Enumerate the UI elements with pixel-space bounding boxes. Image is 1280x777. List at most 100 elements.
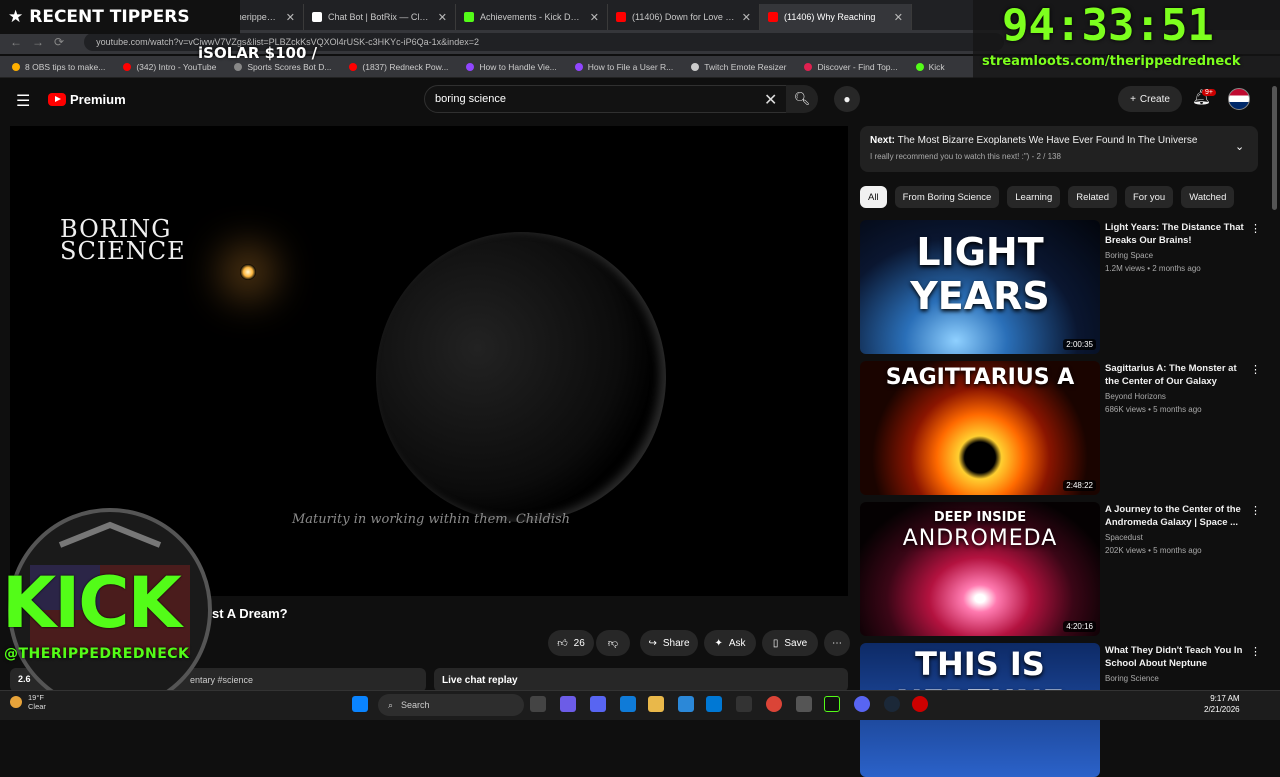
- recommended-video-meta: 202K views • 5 months ago: [1105, 546, 1202, 555]
- browser-tab[interactable]: (11406) Why Reaching ✕: [760, 4, 912, 30]
- bookmark-item[interactable]: Discover - Find Top...: [804, 62, 898, 72]
- forward-icon[interactable]: →: [32, 35, 44, 49]
- youtube-logo[interactable]: Premium: [48, 92, 126, 107]
- create-button[interactable]: + Create: [1118, 86, 1182, 112]
- filter-chip[interactable]: All: [860, 186, 887, 208]
- recommended-video-card[interactable]: DEEP INSIDE ANDROMEDA 4:20:16 A Journey to …: [860, 502, 1261, 636]
- edge-icon[interactable]: [620, 696, 636, 712]
- bookmark-label: How to Handle Vie...: [479, 61, 557, 72]
- playlist-next-box[interactable]: [860, 126, 1258, 172]
- save-button[interactable]: ▯ Save: [762, 630, 818, 656]
- task-view-icon[interactable]: [530, 696, 546, 712]
- recommended-channel-name[interactable]: Boring Space: [1105, 251, 1153, 260]
- close-tab-icon[interactable]: ✕: [286, 11, 295, 24]
- thumbnail-text: ANDROMEDA: [902, 526, 1058, 551]
- more-options-icon[interactable]: ⋮: [1250, 363, 1261, 376]
- create-label: Create: [1139, 93, 1170, 105]
- bookmark-item[interactable]: How to File a User R...: [574, 62, 673, 72]
- recommended-channel-name[interactable]: Spacedust: [1105, 533, 1143, 542]
- recommended-video-card[interactable]: SAGITTARIUS A 2:48:22 Sagittarius A: The M…: [860, 361, 1261, 495]
- recommended-video-title[interactable]: A Journey to the Center of the Andromeda…: [1105, 503, 1251, 529]
- bookmark-item[interactable]: Kick: [915, 62, 945, 72]
- close-tab-icon[interactable]: ✕: [438, 11, 447, 24]
- filter-chip[interactable]: From Boring Science: [894, 186, 1000, 208]
- more-options-icon[interactable]: ⋮: [1250, 222, 1261, 235]
- sparkle-icon: ✦: [714, 637, 723, 649]
- store-icon[interactable]: [678, 696, 694, 712]
- close-tab-icon[interactable]: ✕: [742, 11, 751, 24]
- more-actions-button[interactable]: ⋯: [824, 630, 850, 656]
- recommended-channel-name[interactable]: Beyond Horizons: [1105, 392, 1166, 401]
- search-input[interactable]: boring science: [424, 85, 788, 113]
- like-button[interactable]: 👍︎ 26: [548, 630, 594, 656]
- filter-chips: All From Boring Science Learning Related For…: [860, 186, 1235, 208]
- app-icon[interactable]: [796, 696, 812, 712]
- discord-icon[interactable]: [854, 696, 870, 712]
- file-explorer-icon[interactable]: [648, 696, 664, 712]
- bookmark-item[interactable]: 8 OBS tips to make...: [12, 62, 105, 72]
- windows-start-icon[interactable]: [352, 696, 368, 712]
- record-icon[interactable]: [912, 696, 928, 712]
- bookmark-item[interactable]: (342) Intro - YouTube: [123, 62, 216, 72]
- teams-icon[interactable]: [590, 696, 606, 712]
- account-avatar[interactable]: [1228, 88, 1250, 110]
- share-button[interactable]: ↪ Share: [640, 630, 698, 656]
- thumbnail-text: DEEP INSIDE: [933, 510, 1027, 525]
- search-button[interactable]: 🔍︎: [786, 85, 818, 113]
- reload-icon[interactable]: ⟳: [54, 35, 64, 49]
- recent-tippers-title: RECENT TIPPERS: [29, 7, 190, 27]
- browser-tab[interactable]: Chat Bot | BotRix — Cloud St ✕: [304, 4, 456, 30]
- video-thumbnail[interactable]: DEEP INSIDE ANDROMEDA 4:20:16: [860, 502, 1100, 636]
- hamburger-menu-icon[interactable]: ☰: [16, 91, 30, 111]
- video-thumbnail[interactable]: LIGHT YEARS 2:00:35: [860, 220, 1100, 354]
- back-icon[interactable]: ←: [10, 35, 22, 49]
- close-tab-icon[interactable]: ✕: [590, 11, 599, 24]
- recommended-video-title[interactable]: Light Years: The Distance That Breaks Ou…: [1105, 221, 1251, 247]
- voice-search-button[interactable]: ●: [834, 86, 860, 112]
- close-tab-icon[interactable]: ✕: [894, 11, 903, 24]
- bookmark-item[interactable]: Sports Scores Bot D...: [234, 62, 331, 72]
- more-options-icon[interactable]: ⋮: [1250, 504, 1261, 517]
- video-earth-graphic: [376, 232, 666, 522]
- search-icon: ⌕: [388, 699, 394, 710]
- chevron-down-icon[interactable]: ⌄: [1235, 140, 1244, 153]
- filter-chip[interactable]: Learning: [1007, 186, 1061, 208]
- filter-chip[interactable]: For you: [1125, 186, 1174, 208]
- weather-widget[interactable]: 19°F Clear: [10, 693, 46, 711]
- system-clock[interactable]: 9:17 AM 2/21/2026: [1204, 693, 1240, 715]
- video-duration: 4:20:16: [1063, 621, 1096, 632]
- bookmark-item[interactable]: Twitch Emote Resizer: [691, 62, 786, 72]
- clear-search-icon[interactable]: ✕: [764, 90, 777, 110]
- video-caption: Maturity in working within them. Childis…: [292, 512, 571, 527]
- recommended-video-title[interactable]: What They Didn't Teach You In School Abo…: [1105, 644, 1251, 670]
- obs-icon[interactable]: [736, 696, 752, 712]
- taskbar-search[interactable]: ⌕ Search: [378, 694, 524, 716]
- bookmark-label: Sports Scores Bot D...: [247, 61, 332, 72]
- recommended-channel-name[interactable]: Boring Science: [1105, 674, 1159, 683]
- clock-time: 9:17 AM: [1210, 694, 1240, 703]
- video-title: st A Dream?: [212, 606, 288, 621]
- filter-chip[interactable]: Watched: [1181, 186, 1235, 208]
- recommended-video-title[interactable]: Sagittarius A: The Monster at the Center…: [1105, 362, 1251, 388]
- steam-icon[interactable]: [884, 696, 900, 712]
- scrollbar-thumb[interactable]: [1272, 86, 1277, 210]
- more-options-icon[interactable]: ⋮: [1250, 645, 1261, 658]
- bookmark-item[interactable]: How to Handle Vie...: [466, 61, 557, 72]
- browser-tab[interactable]: (11406) Down for Love | Offic ✕: [608, 4, 760, 30]
- ask-button[interactable]: ✦ Ask: [704, 630, 756, 656]
- copilot-icon[interactable]: [560, 696, 576, 712]
- bookmark-item[interactable]: (1837) Redneck Pow...: [349, 62, 448, 72]
- browser-tab[interactable]: Achievements - Kick Dashbo ✕: [456, 4, 608, 30]
- chrome-icon[interactable]: [766, 696, 782, 712]
- dislike-button[interactable]: 👎︎: [596, 630, 630, 656]
- recent-tippers-banner: ★ RECENT TIPPERS: [0, 0, 240, 34]
- star-icon: ★: [8, 7, 24, 27]
- filter-chip[interactable]: Related: [1068, 186, 1117, 208]
- recommended-video-card[interactable]: LIGHT YEARS 2:00:35 Light Years: The Dista…: [860, 220, 1261, 354]
- video-thumbnail[interactable]: SAGITTARIUS A 2:48:22: [860, 361, 1100, 495]
- live-chat-replay-header[interactable]: Live chat replay: [434, 668, 848, 692]
- bookmark-favicon-icon: [123, 62, 132, 71]
- terminal-icon[interactable]: [824, 696, 840, 712]
- tab-favicon-icon: [616, 12, 626, 22]
- outlook-icon[interactable]: [706, 696, 722, 712]
